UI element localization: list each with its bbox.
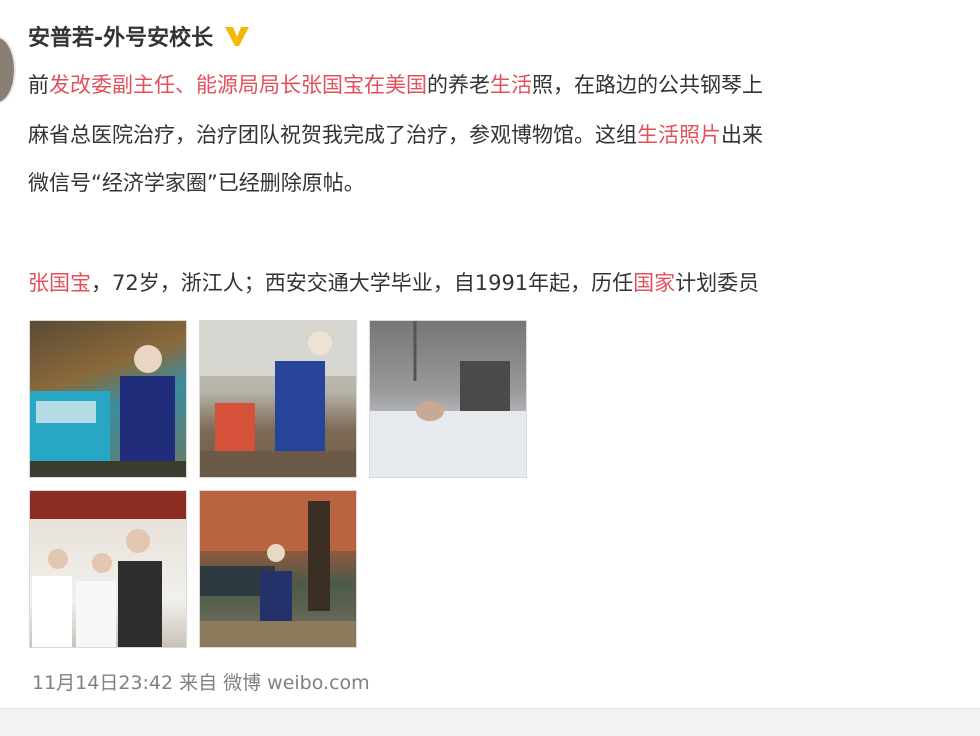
topic-link[interactable]: 生活 [490, 73, 532, 97]
post-image-hospital-bed[interactable] [369, 320, 527, 478]
post-action-bar [0, 708, 980, 736]
author-name-link[interactable]: 安普若-外号安校长 [28, 20, 213, 52]
post-text-segment: 麻省总医院治疗，治疗团队祝贺我完成了治疗，参观博物馆。这组 [28, 123, 637, 147]
post-text-segment: 的养老 [427, 73, 490, 97]
topic-link[interactable]: 国家 [633, 271, 675, 295]
post-source-link[interactable]: 微博 weibo.com [223, 668, 370, 695]
verified-v-icon[interactable] [223, 24, 251, 48]
topic-link[interactable]: 生活照片 [637, 123, 721, 147]
post-text-line-3: 微信号“经济学家圈”已经删除原帖。 [28, 168, 365, 198]
post-text-segment: 照，在路边的公共钢琴上 [532, 73, 763, 97]
post-image-piano[interactable] [29, 320, 187, 478]
post-author: 安普若-外号安校长 [28, 20, 251, 52]
topic-link[interactable]: 张国宝 [28, 271, 91, 295]
post-text-segment: 前 [28, 73, 49, 97]
topic-link[interactable]: 发改委副主任、能源局局长张国宝在美国 [49, 73, 427, 97]
post-text-segment: ，72岁，浙江人；西安交通大学毕业，自1991年起，历任 [91, 271, 634, 295]
post-text-line-1: 前发改委副主任、能源局局长张国宝在美国的养老生活照，在路边的公共钢琴上 [28, 70, 763, 100]
post-text-line-4: 张国宝，72岁，浙江人；西安交通大学毕业，自1991年起，历任国家计划委员 [28, 268, 759, 298]
post-text-segment: 出来 [721, 123, 763, 147]
post-meta: 11月14日23:42 来自 微博 weibo.com [32, 667, 370, 695]
post-text-segment: 计划委员 [675, 271, 760, 295]
post-image-medical-team[interactable] [29, 490, 187, 648]
post-text-line-2: 麻省总医院治疗，治疗团队祝贺我完成了治疗，参观博物馆。这组生活照片出来 [28, 120, 763, 150]
author-avatar[interactable] [0, 36, 16, 104]
post-timestamp-link[interactable]: 11月14日23:42 [32, 668, 173, 695]
post-image-bench[interactable] [199, 320, 357, 478]
post-text-segment: 微信号“经济学家圈”已经删除原帖。 [28, 171, 365, 195]
post-source-prefix: 来自 [179, 671, 218, 694]
post-image-autumn-street[interactable] [199, 490, 357, 648]
